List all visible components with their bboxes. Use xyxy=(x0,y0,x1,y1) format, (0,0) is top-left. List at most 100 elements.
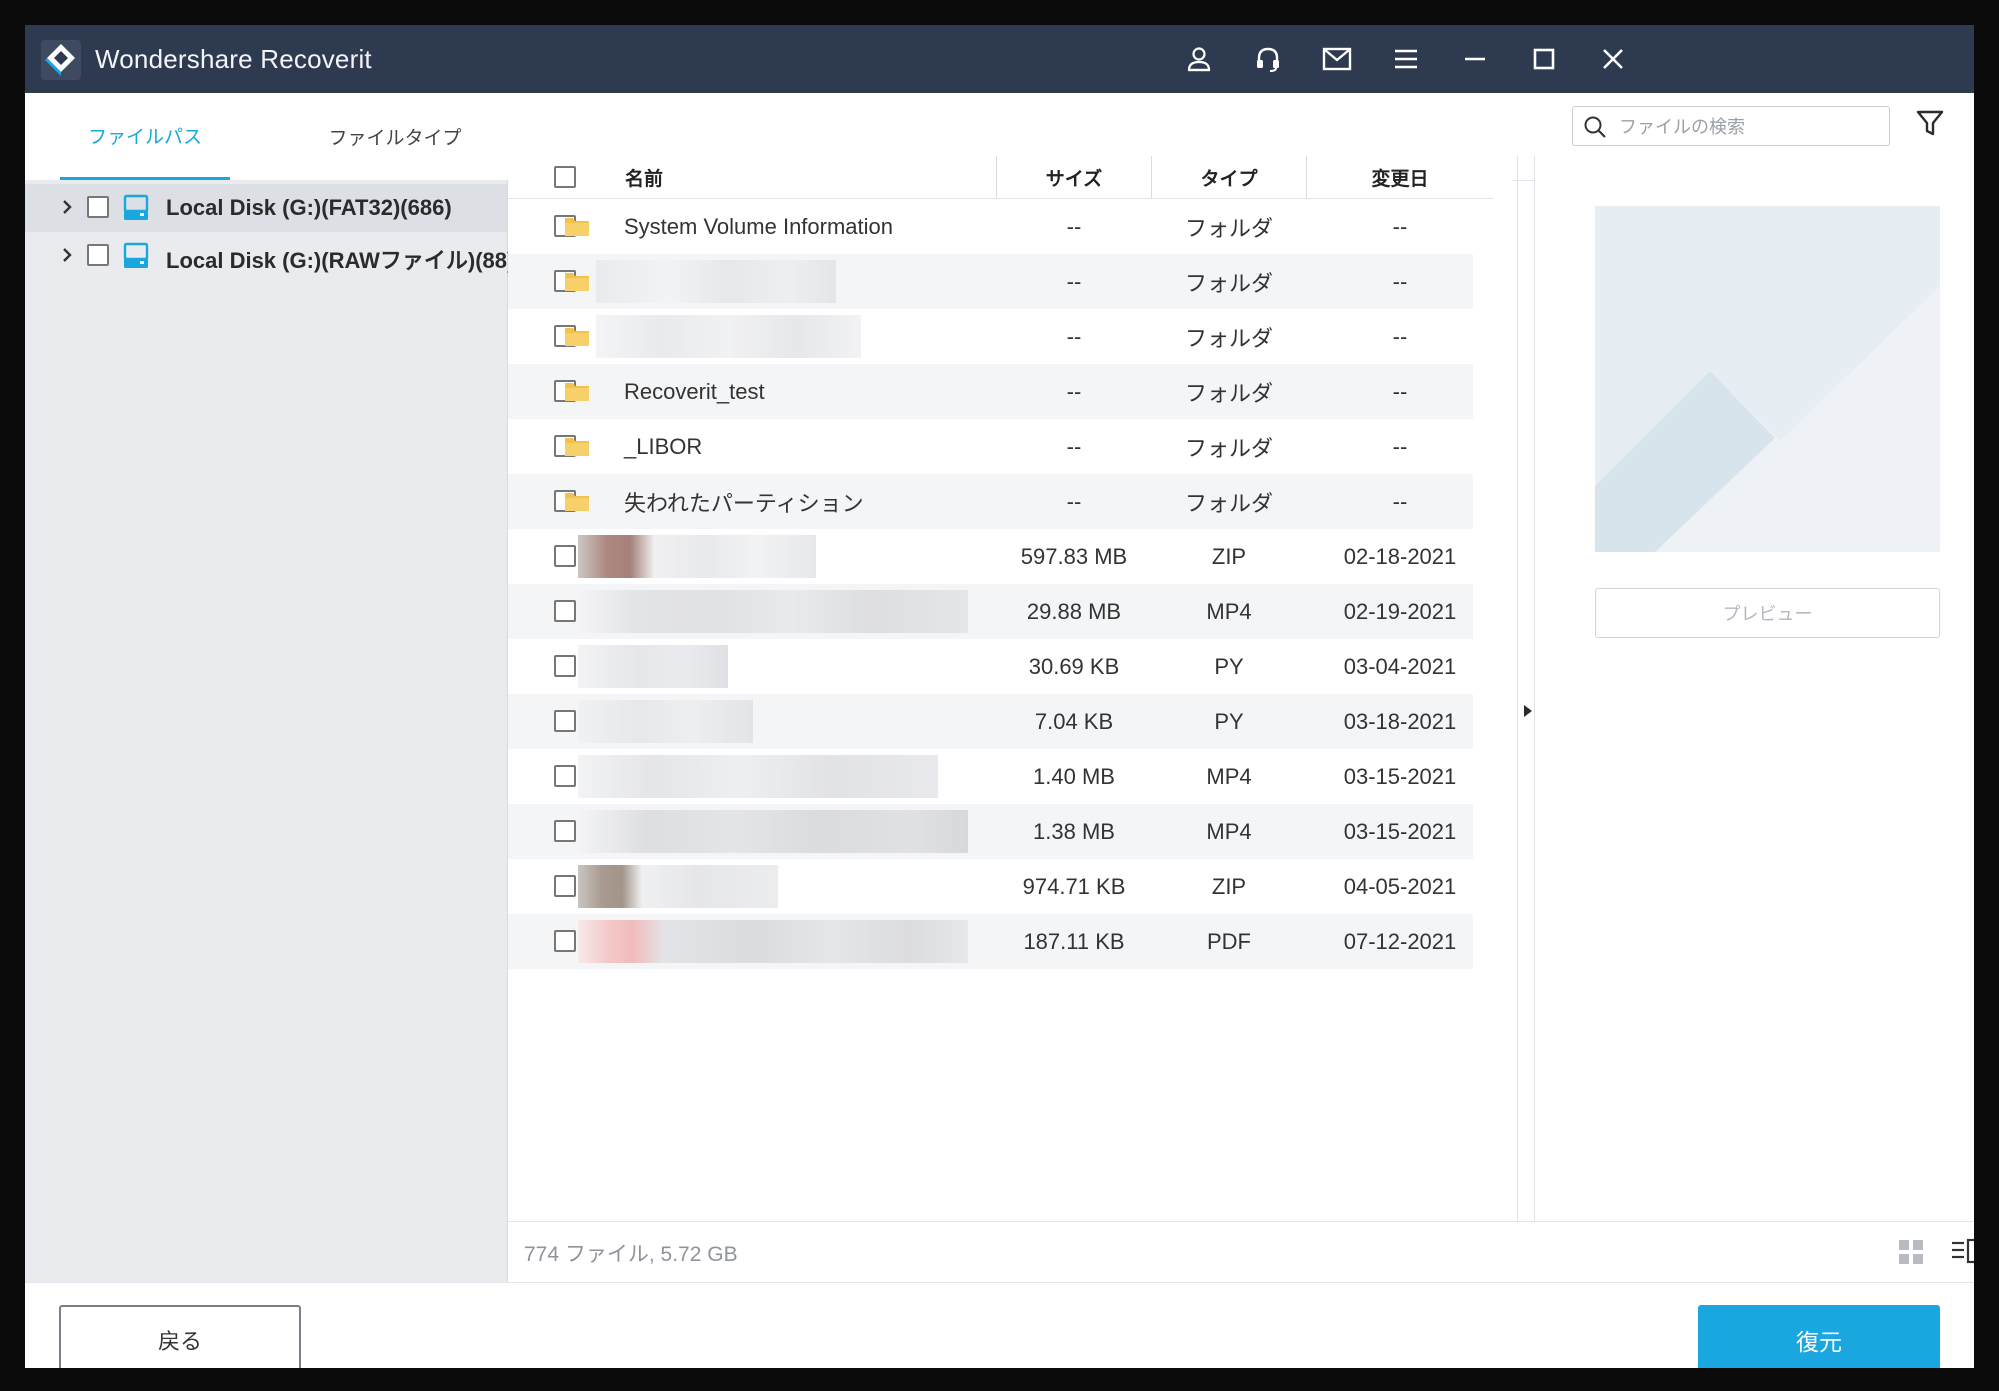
search-input[interactable] xyxy=(1617,111,1886,143)
tree-item-fat32-disk[interactable]: Local Disk (G:)(FAT32)(686) xyxy=(25,184,507,232)
file-name: System Volume Information xyxy=(624,213,894,239)
file-date: 03-04-2021 xyxy=(1343,653,1457,679)
file-count-summary: 774 ファイル, 5.72 GB xyxy=(524,1243,738,1266)
row-checkbox[interactable] xyxy=(554,930,576,952)
file-type: PDF xyxy=(1207,928,1251,954)
file-name: _LIBOR xyxy=(624,433,703,459)
tab-file-type[interactable]: ファイルタイプ xyxy=(315,93,475,180)
file-type: MP4 xyxy=(1206,818,1252,844)
preview-pane: プレビュー xyxy=(1534,156,1974,1251)
search-box[interactable] xyxy=(1572,106,1890,146)
file-date: 03-15-2021 xyxy=(1343,818,1457,844)
folder-icon xyxy=(565,383,589,401)
column-header-type[interactable]: タイプ xyxy=(1152,156,1306,198)
app-title: Wondershare Recoverit xyxy=(95,44,372,74)
file-size: 187.11 KB xyxy=(1023,928,1125,954)
list-view-icon[interactable] xyxy=(1950,1238,1974,1266)
file-name: Recoverit_test xyxy=(624,378,765,404)
tree-checkbox[interactable] xyxy=(87,196,109,218)
feedback-button[interactable] xyxy=(1319,41,1355,77)
file-type: フォルダ xyxy=(1184,270,1273,296)
table-row[interactable]: -- フォルダ -- xyxy=(508,309,1473,364)
chevron-right-icon[interactable] xyxy=(58,198,76,216)
file-size: 1.38 MB xyxy=(1033,818,1115,844)
select-all-checkbox[interactable] xyxy=(554,166,576,188)
file-date: 03-15-2021 xyxy=(1343,763,1457,789)
file-date: 03-18-2021 xyxy=(1343,708,1457,734)
maximize-button[interactable] xyxy=(1526,41,1562,77)
row-checkbox[interactable] xyxy=(554,875,576,897)
redacted-file-name xyxy=(578,535,816,578)
row-checkbox[interactable] xyxy=(554,765,576,787)
table-row[interactable]: 30.69 KB PY 03-04-2021 xyxy=(508,639,1473,694)
row-checkbox[interactable] xyxy=(554,710,576,732)
tree-item-raw-disk[interactable]: Local Disk (G:)(RAWファイル)(88) xyxy=(25,232,514,280)
menu-button[interactable] xyxy=(1388,41,1424,77)
chevron-right-icon[interactable] xyxy=(58,246,76,264)
table-header: 名前 サイズ タイプ 変更日 xyxy=(508,156,1493,199)
file-date: 07-12-2021 xyxy=(1343,928,1457,954)
file-date: -- xyxy=(1392,323,1408,349)
table-row[interactable]: 1.40 MB MP4 03-15-2021 xyxy=(508,749,1473,804)
table-row[interactable]: 1.38 MB MP4 03-15-2021 xyxy=(508,804,1473,859)
file-date: -- xyxy=(1392,213,1408,239)
grid-view-icon[interactable] xyxy=(1897,1238,1925,1266)
table-row[interactable]: 29.88 MB MP4 02-19-2021 xyxy=(508,584,1473,639)
file-size: 30.69 KB xyxy=(1028,653,1120,679)
headset-icon xyxy=(1257,47,1279,72)
folder-icon xyxy=(565,493,589,511)
file-table: 名前 サイズ タイプ 変更日 System Volume Information… xyxy=(508,156,1513,1251)
table-row[interactable]: 失われたパーティション -- フォルダ -- xyxy=(508,474,1473,529)
status-bar: 774 ファイル, 5.72 GB xyxy=(508,1221,1974,1282)
support-button[interactable] xyxy=(1250,41,1286,77)
recover-button[interactable]: 復元 xyxy=(1698,1305,1940,1368)
tab-file-path[interactable]: ファイルパス xyxy=(60,93,230,180)
close-button[interactable] xyxy=(1595,41,1631,77)
minimize-button[interactable] xyxy=(1457,41,1493,77)
account-button[interactable] xyxy=(1181,41,1217,77)
table-row[interactable]: 974.71 KB ZIP 04-05-2021 xyxy=(508,859,1473,914)
table-divider xyxy=(1517,156,1518,1251)
file-type: MP4 xyxy=(1206,598,1252,624)
folder-icon xyxy=(565,273,589,291)
row-checkbox[interactable] xyxy=(554,820,576,842)
row-checkbox[interactable] xyxy=(554,545,576,567)
file-date: -- xyxy=(1392,433,1408,459)
minimize-icon xyxy=(1465,57,1485,61)
table-row[interactable]: 187.11 KB PDF 07-12-2021 xyxy=(508,914,1473,969)
redacted-file-name xyxy=(578,810,968,853)
title-bar: Wondershare Recoverit xyxy=(25,25,1974,93)
filter-icon[interactable] xyxy=(1915,108,1945,138)
file-size: -- xyxy=(1066,433,1082,459)
file-type: PY xyxy=(1214,653,1244,679)
file-type: PY xyxy=(1214,708,1244,734)
tree-checkbox[interactable] xyxy=(87,244,109,266)
file-date: 02-19-2021 xyxy=(1343,598,1457,624)
back-button[interactable]: 戻る xyxy=(59,1305,301,1368)
row-checkbox[interactable] xyxy=(554,600,576,622)
row-checkbox[interactable] xyxy=(554,655,576,677)
file-size: 974.71 KB xyxy=(1022,873,1126,899)
maximize-icon xyxy=(1533,48,1555,70)
tree-item-label: Local Disk (G:)(FAT32)(686) xyxy=(166,195,452,220)
column-header-size[interactable]: サイズ xyxy=(997,156,1151,198)
redacted-file-name xyxy=(596,315,861,358)
column-header-name[interactable]: 名前 xyxy=(625,156,663,198)
file-type: フォルダ xyxy=(1184,490,1273,516)
preview-button[interactable]: プレビュー xyxy=(1595,588,1940,638)
table-row[interactable]: -- フォルダ -- xyxy=(508,254,1473,309)
table-row[interactable]: _LIBOR -- フォルダ -- xyxy=(508,419,1473,474)
redacted-file-name xyxy=(578,920,968,963)
file-type: MP4 xyxy=(1206,763,1252,789)
file-date: -- xyxy=(1392,268,1408,294)
menu-icon xyxy=(1395,49,1417,69)
collapse-preview-arrow-icon[interactable] xyxy=(1522,704,1534,718)
table-row[interactable]: Recoverit_test -- フォルダ -- xyxy=(508,364,1473,419)
table-row[interactable]: 7.04 KB PY 03-18-2021 xyxy=(508,694,1473,749)
search-icon xyxy=(1584,116,1606,138)
column-header-modified[interactable]: 変更日 xyxy=(1307,156,1493,198)
table-row[interactable]: 597.83 MB ZIP 02-18-2021 xyxy=(508,529,1473,584)
redacted-file-name xyxy=(578,755,938,798)
file-size: -- xyxy=(1066,268,1082,294)
table-row[interactable]: System Volume Information -- フォルダ -- xyxy=(508,199,1473,254)
